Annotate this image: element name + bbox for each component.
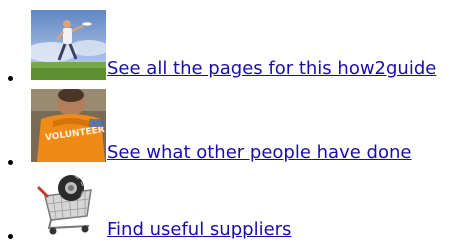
volunteer-shirt-photo-icon[interactable]: VOLUNTEER [31, 89, 106, 162]
find-suppliers-link[interactable]: Find useful suppliers [107, 220, 291, 240]
bullet-icon [8, 76, 13, 81]
bullet-icon [8, 234, 13, 239]
see-what-others-done-link[interactable]: See what other people have done [107, 143, 411, 163]
bullet-icon [8, 160, 13, 165]
person-throwing-frisbee-photo-icon[interactable] [31, 10, 106, 80]
see-all-pages-link[interactable]: See all the pages for this how2guide [107, 59, 436, 79]
shopping-trolley-icon[interactable] [31, 166, 106, 238]
